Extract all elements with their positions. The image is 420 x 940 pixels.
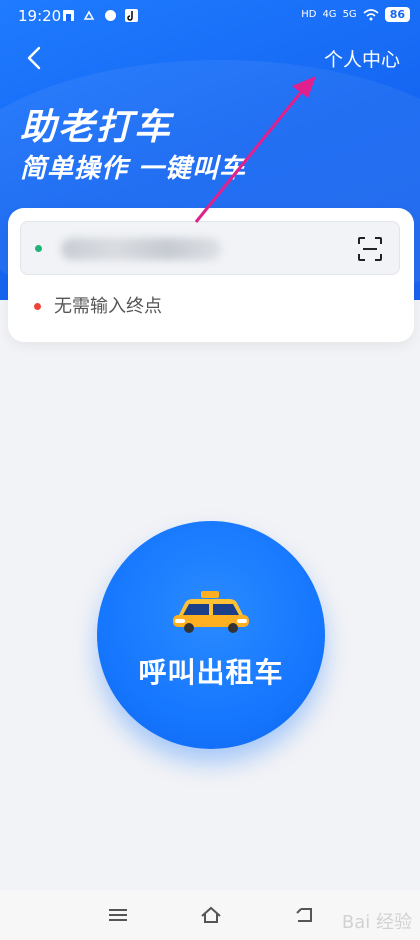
status-right: HD 4G 5G 86: [301, 7, 410, 22]
watermark: Bai 经验: [341, 912, 412, 933]
taxi-icon: [173, 591, 249, 633]
route-card: 无需输入终点: [8, 208, 414, 342]
scan-icon[interactable]: [357, 236, 383, 262]
back-arrow-icon[interactable]: [292, 904, 316, 926]
tiktok-icon: [125, 9, 138, 22]
banner-title: 助老打车: [20, 107, 173, 148]
signal-5g-label: 5G: [342, 9, 357, 20]
hd-label: HD: [301, 9, 317, 20]
banner-subtitle: 简单操作 一键叫车: [20, 154, 247, 184]
destination-dot: [34, 303, 41, 310]
notification-app-icon: [83, 10, 95, 20]
personal-center-link[interactable]: 个人中心: [324, 45, 400, 72]
status-time: 19:20: [18, 7, 62, 25]
origin-field[interactable]: [20, 221, 400, 275]
notification-icons: [62, 9, 138, 22]
system-nav-bar: Bai 经验: [0, 890, 420, 940]
notification-app-icon: [105, 10, 116, 21]
call-taxi-button[interactable]: 呼叫出租车: [97, 521, 325, 749]
back-button[interactable]: [20, 44, 48, 72]
menu-icon[interactable]: [106, 904, 130, 926]
origin-address-blurred: [61, 238, 221, 260]
origin-dot: [35, 245, 42, 252]
home-icon[interactable]: [199, 904, 223, 926]
chevron-left-icon: [27, 46, 41, 70]
call-taxi-label: 呼叫出租车: [138, 656, 284, 689]
notification-app-icon: [63, 10, 74, 21]
destination-placeholder[interactable]: 无需输入终点: [54, 292, 162, 318]
wifi-icon: [363, 8, 379, 20]
status-bar: 19:20 HD 4G 5G 86: [0, 0, 420, 32]
battery-indicator: 86: [384, 7, 410, 22]
signal-4g-label: 4G: [322, 9, 337, 20]
